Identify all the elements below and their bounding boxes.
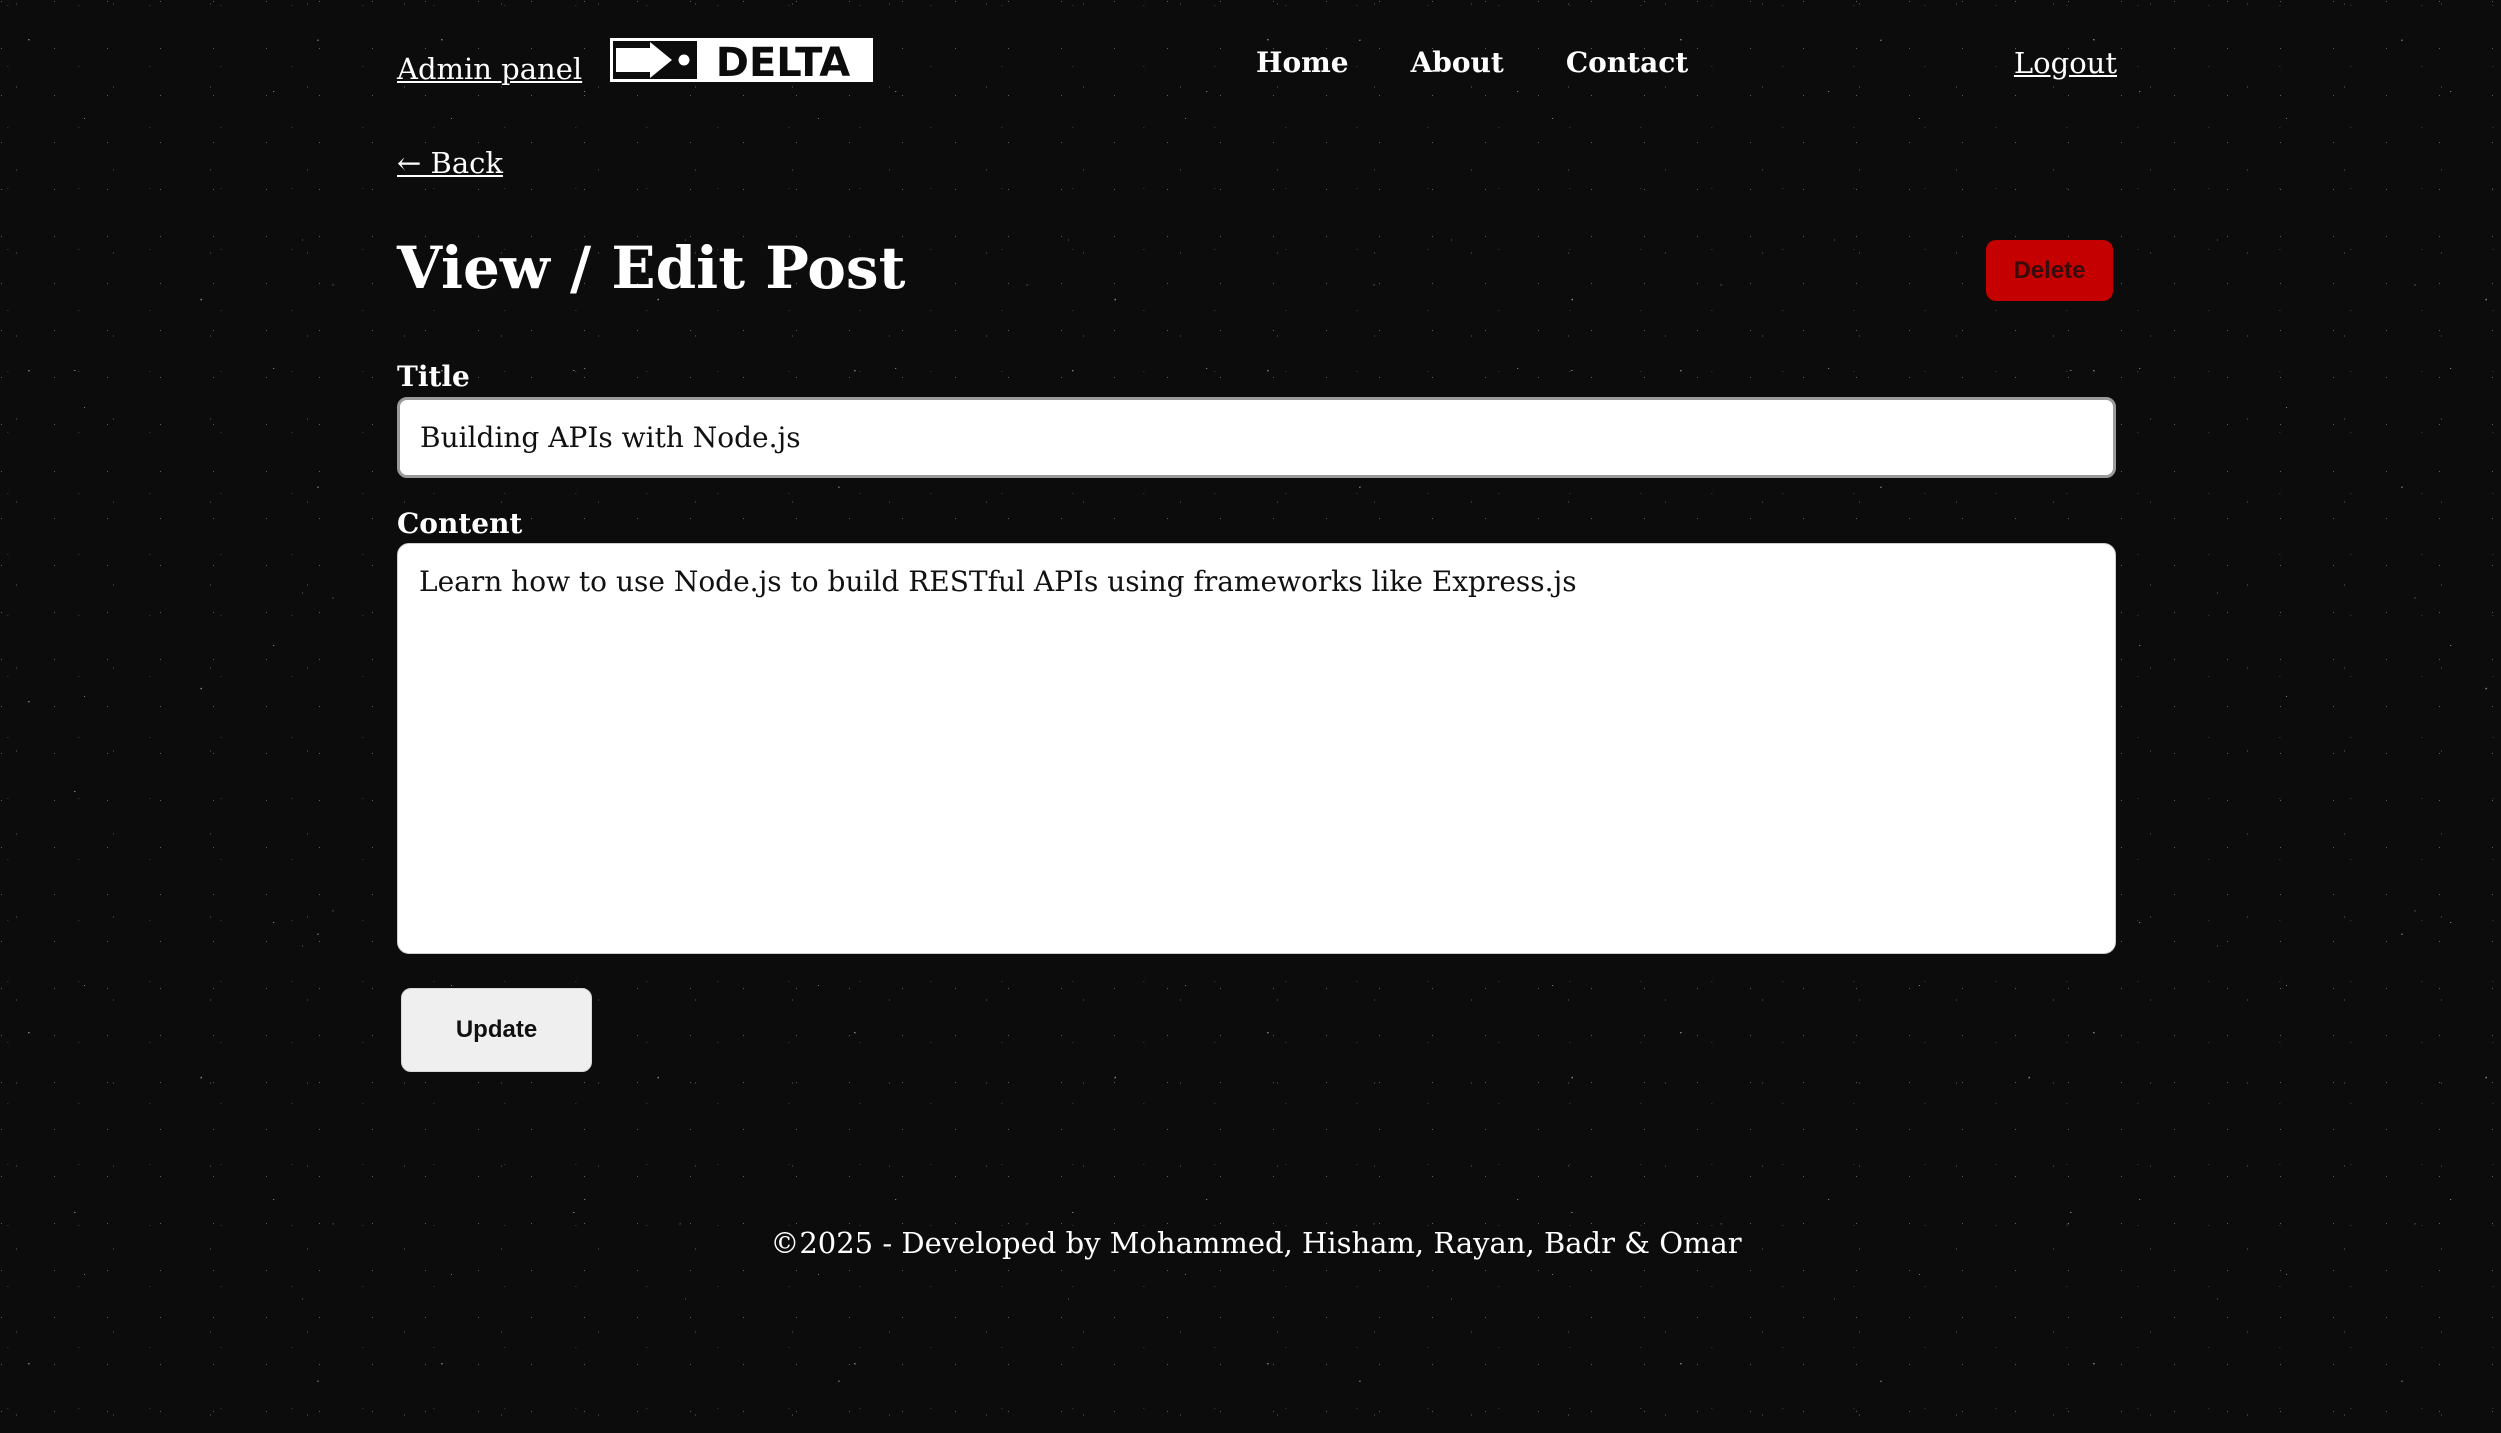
back-link[interactable]: ← Back: [397, 146, 503, 180]
site-header: Admin panel DELTA Home About Contact Log…: [397, 30, 2117, 100]
page-title: View / Edit Post: [397, 234, 906, 302]
nav-home[interactable]: Home: [1256, 46, 1349, 79]
footer-credits: ©2025 - Developed by Mohammed, Hisham, R…: [770, 1226, 1742, 1260]
nav-contact[interactable]: Contact: [1566, 46, 1688, 79]
logout-link[interactable]: Logout: [2014, 46, 2117, 80]
title-input[interactable]: [397, 397, 2116, 478]
delta-logo[interactable]: DELTA: [610, 38, 873, 82]
main-nav: Home About Contact: [1256, 46, 1688, 79]
admin-panel-link[interactable]: Admin panel: [397, 52, 582, 86]
content-textarea[interactable]: Learn how to use Node.js to build RESTfu…: [397, 543, 2116, 954]
content-label: Content: [397, 507, 523, 540]
logo-text: DELTA: [716, 40, 851, 82]
nav-about[interactable]: About: [1411, 46, 1504, 79]
update-button[interactable]: Update: [401, 988, 592, 1072]
delete-button[interactable]: Delete: [1986, 240, 2113, 301]
title-label: Title: [397, 360, 470, 393]
